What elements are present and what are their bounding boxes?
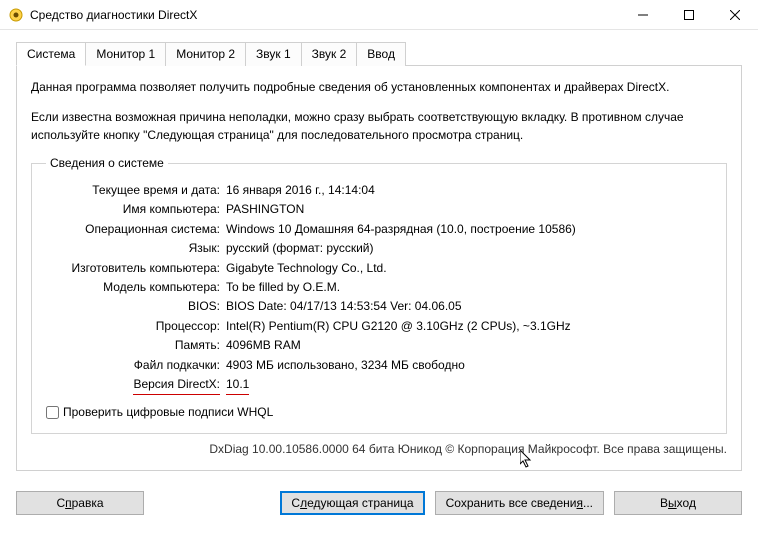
value-cpu: Intel(R) Pentium(R) CPU G2120 @ 3.10GHz … <box>226 318 712 335</box>
help-button[interactable]: Справка <box>16 491 144 515</box>
label-ram: Память: <box>46 337 226 354</box>
value-os: Windows 10 Домашняя 64-разрядная (10.0, … <box>226 221 712 238</box>
system-info-group: Сведения о системе Текущее время и дата:… <box>31 156 727 434</box>
maximize-button[interactable] <box>666 0 712 30</box>
label-lang: Язык: <box>46 240 226 257</box>
tab-bar: Система Монитор 1 Монитор 2 Звук 1 Звук … <box>16 42 742 66</box>
value-ram: 4096MB RAM <box>226 337 712 354</box>
next-page-button[interactable]: Следующая страница <box>280 491 424 515</box>
value-model: To be filled by O.E.M. <box>226 279 712 296</box>
close-button[interactable] <box>712 0 758 30</box>
tab-panel-system: Данная программа позволяет получить подр… <box>16 65 742 471</box>
label-model: Модель компьютера: <box>46 279 226 296</box>
app-icon <box>8 7 24 23</box>
intro-text-1: Данная программа позволяет получить подр… <box>31 78 727 96</box>
label-directx: Версия DirectX: <box>46 376 226 395</box>
label-pagefile: Файл подкачки: <box>46 357 226 374</box>
intro-text-2: Если известна возможная причина неполадк… <box>31 108 727 144</box>
whql-checkbox[interactable] <box>46 406 59 419</box>
button-row: Справка Следующая страница Сохранить все… <box>0 481 758 529</box>
tab-system[interactable]: Система <box>16 42 86 66</box>
tab-monitor2[interactable]: Монитор 2 <box>165 42 246 66</box>
value-mfr: Gigabyte Technology Co., Ltd. <box>226 260 712 277</box>
label-datetime: Текущее время и дата: <box>46 182 226 199</box>
value-datetime: 16 января 2016 г., 14:14:04 <box>226 182 712 199</box>
tab-sound1[interactable]: Звук 1 <box>245 42 302 66</box>
value-bios: BIOS Date: 04/17/13 14:53:54 Ver: 04.06.… <box>226 298 712 315</box>
copyright-text: DxDiag 10.00.10586.0000 64 бита Юникод ©… <box>31 442 727 456</box>
label-cpu: Процессор: <box>46 318 226 335</box>
value-pagefile: 4903 МБ использовано, 3234 МБ свободно <box>226 357 712 374</box>
tab-input[interactable]: Ввод <box>356 42 406 66</box>
minimize-button[interactable] <box>620 0 666 30</box>
label-mfr: Изготовитель компьютера: <box>46 260 226 277</box>
system-info-legend: Сведения о системе <box>46 156 168 170</box>
whql-label[interactable]: Проверить цифровые подписи WHQL <box>63 405 273 419</box>
label-bios: BIOS: <box>46 298 226 315</box>
value-directx: 10.1 <box>226 376 712 395</box>
save-all-button[interactable]: Сохранить все сведения... <box>435 491 604 515</box>
titlebar: Средство диагностики DirectX <box>0 0 758 30</box>
tab-sound2[interactable]: Звук 2 <box>301 42 358 66</box>
label-computer: Имя компьютера: <box>46 201 226 218</box>
value-computer: PASHINGTON <box>226 201 712 218</box>
label-os: Операционная система: <box>46 221 226 238</box>
exit-button[interactable]: Выход <box>614 491 742 515</box>
value-lang: русский (формат: русский) <box>226 240 712 257</box>
tab-monitor1[interactable]: Монитор 1 <box>85 42 166 66</box>
window-title: Средство диагностики DirectX <box>30 8 620 22</box>
